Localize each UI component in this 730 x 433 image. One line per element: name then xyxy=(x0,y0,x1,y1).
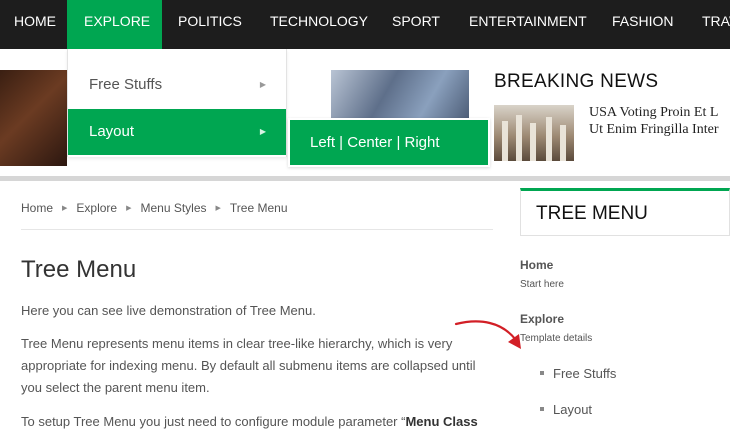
triangle-right-icon: ▶ xyxy=(215,205,221,212)
dropdown-item-free-stuffs[interactable]: Free Stuffs ▶ xyxy=(68,62,286,108)
setup-bold-text: Menu Class xyxy=(405,414,478,429)
breadcrumb-home[interactable]: Home xyxy=(21,201,53,215)
triangle-right-icon: ▶ xyxy=(62,205,68,212)
layout-submenu: Left | Center | Right xyxy=(288,118,490,167)
triangle-right-icon: ▶ xyxy=(126,205,132,212)
breaking-news-title: BREAKING NEWS xyxy=(494,71,659,92)
tree-item-home[interactable]: Home xyxy=(520,258,553,272)
news-headline[interactable]: USA Voting Proin Et L Ut Enim Fringilla … xyxy=(589,104,730,138)
tree-menu-title: TREE MENU xyxy=(536,203,648,224)
breadcrumb-menu-styles[interactable]: Menu Styles xyxy=(140,201,206,215)
nav-entertainment[interactable]: ENTERTAINMENT xyxy=(469,0,587,49)
nav-fashion[interactable]: FASHION xyxy=(612,0,673,49)
page-title: Tree Menu xyxy=(21,256,137,283)
tree-child-layout[interactable]: Layout xyxy=(540,402,592,417)
description-paragraph: Tree Menu represents menu items in clear… xyxy=(21,333,491,399)
nav-technology[interactable]: TECHNOLOGY xyxy=(270,0,368,49)
breadcrumb: Home ▶ Explore ▶ Menu Styles ▶ Tree Menu xyxy=(21,201,288,215)
explore-dropdown-menu: Free Stuffs ▶ Layout ▶ xyxy=(67,49,287,157)
section-divider xyxy=(0,176,730,181)
featured-image-left[interactable] xyxy=(0,70,67,166)
nav-sport[interactable]: SPORT xyxy=(392,0,440,49)
dropdown-item-layout[interactable]: Layout ▶ xyxy=(68,109,286,155)
bullet-square-icon xyxy=(540,371,544,375)
tree-item-explore-subtitle: Template details xyxy=(520,333,593,344)
intro-paragraph: Here you can see live demonstration of T… xyxy=(21,303,316,318)
dropdown-item-label: Layout xyxy=(89,123,135,140)
setup-text: To setup Tree Menu you just need to conf… xyxy=(21,414,406,429)
caret-right-icon: ▶ xyxy=(259,80,266,89)
paragraph-line: you select the parent menu item. xyxy=(21,380,210,395)
tree-menu-header: TREE MENU xyxy=(520,188,730,236)
nav-travel[interactable]: TRAV xyxy=(702,0,730,49)
breadcrumb-explore[interactable]: Explore xyxy=(76,201,117,215)
bullet-square-icon xyxy=(540,407,544,411)
paragraph-line: appropriate for indexing menu. By defaul… xyxy=(21,358,476,373)
news-headline-line: USA Voting Proin Et L xyxy=(589,105,719,120)
paragraph-line: Tree Menu represents menu items in clear… xyxy=(21,336,453,351)
nav-explore[interactable]: EXPLORE xyxy=(67,0,162,49)
dropdown-item-label: Free Stuffs xyxy=(89,76,163,93)
caret-right-icon: ▶ xyxy=(259,127,266,136)
tree-child-label: Free Stuffs xyxy=(553,366,617,381)
news-thumbnail[interactable] xyxy=(494,105,574,161)
curved-red-arrow-icon xyxy=(454,320,521,349)
breadcrumb-current: Tree Menu xyxy=(229,201,288,215)
tree-child-free-stuffs[interactable]: Free Stuffs xyxy=(540,366,616,381)
nav-politics[interactable]: POLITICS xyxy=(178,0,242,49)
tree-item-explore[interactable]: Explore xyxy=(520,312,564,326)
tree-item-home-subtitle: Start here xyxy=(520,279,564,290)
tree-child-label: Layout xyxy=(553,402,593,417)
news-headline-line: Ut Enim Fringilla Inter xyxy=(589,122,719,137)
nav-home[interactable]: HOME xyxy=(0,0,67,49)
breadcrumb-divider xyxy=(21,229,493,230)
submenu-item-left-center-right[interactable]: Left | Center | Right xyxy=(310,120,440,165)
top-navigation: HOME EXPLORE POLITICS TECHNOLOGY SPORT E… xyxy=(0,0,730,49)
